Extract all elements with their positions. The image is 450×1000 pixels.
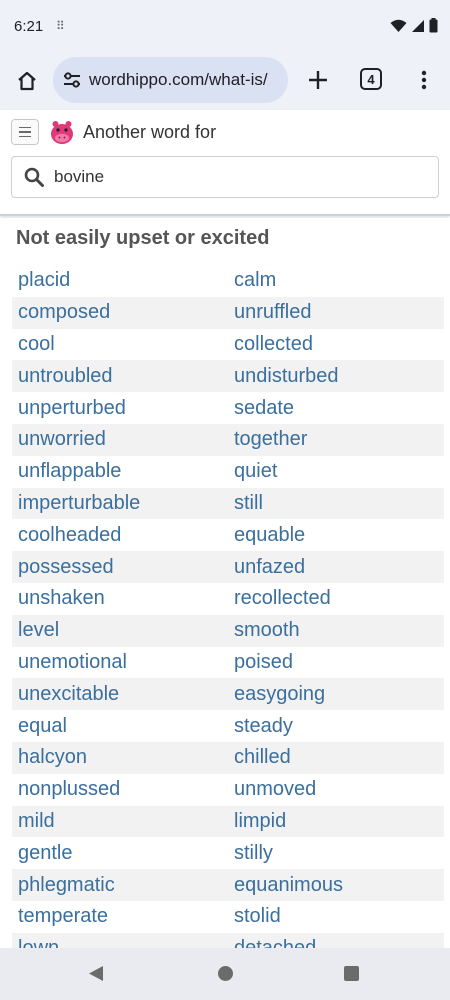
synonym-row: unemotional poised [12,647,444,679]
site-header: Another word for [0,110,450,216]
synonym-link[interactable]: cool [12,333,228,356]
back-icon[interactable] [88,965,104,982]
synonym-link[interactable]: level [12,619,228,642]
hippo-logo-icon[interactable] [49,119,75,145]
synonym-row: nonplussed unmoved [12,774,444,806]
synonym-row: equal steady [12,710,444,742]
synonym-link[interactable]: smooth [228,619,444,642]
synonym-link[interactable]: unfazed [228,556,444,579]
synonym-link[interactable]: untroubled [12,365,228,388]
synonym-link[interactable]: possessed [12,556,228,579]
status-icons [390,18,438,33]
home-button[interactable] [12,66,42,96]
synonym-link[interactable]: composed [12,301,228,324]
synonym-link[interactable]: unmoved [228,778,444,801]
synonym-row: possessed unfazed [12,551,444,583]
synonym-link[interactable]: calm [228,269,444,292]
synonym-link[interactable]: unemotional [12,651,228,674]
url-text[interactable]: wordhippo.com/what-is/ [89,70,284,90]
site-title: Another word for [83,122,217,142]
synonym-row: lowndetached [12,932,444,948]
sense-heading: Not easily upset or excited [16,227,270,249]
status-time: 6:21 [14,18,44,35]
synonym-row: temperate stolid [12,901,444,933]
search-icon[interactable] [23,166,45,188]
synonym-row: unperturbed sedate [12,392,444,424]
synonym-row: composed unruffled [12,296,444,329]
synonym-link[interactable]: limpid [228,810,444,833]
synonym-link[interactable]: recollected [228,587,444,610]
synonym-link[interactable]: steady [228,715,444,738]
synonym-grid: placid calm composed unruffled cool collected… [12,265,444,948]
synonym-link[interactable]: detached [228,937,444,948]
synonym-link[interactable]: temperate [12,905,228,928]
synonym-row: coolheaded equable [12,519,444,551]
notification-dots-icon: ⠿ [56,19,66,33]
synonym-link[interactable]: stilly [228,842,444,865]
synonym-link[interactable]: easygoing [228,683,444,706]
synonym-link[interactable]: together [228,428,444,451]
synonym-link[interactable]: unshaken [12,587,228,610]
synonym-link[interactable]: lown [12,937,228,948]
synonym-link[interactable]: sedate [228,397,444,420]
status-bar: 6:21 ⠿ [0,0,450,54]
recents-icon[interactable] [344,966,359,981]
synonym-link[interactable]: chilled [228,746,444,769]
synonym-link[interactable]: quiet [228,460,444,483]
synonym-row: unflappable quiet [12,456,444,488]
synonym-link[interactable]: stolid [228,905,444,928]
signal-icon [412,19,424,32]
synonym-link[interactable]: placid [12,269,228,292]
synonym-row: unworried together [12,423,444,456]
results-content: Not easily upset or excited placid calm co… [0,218,450,948]
synonym-link[interactable]: undisturbed [228,365,444,388]
tab-switcher-button[interactable]: 4 [360,68,382,90]
home-circle-icon[interactable] [218,966,233,981]
synonym-row: level smooth [12,614,444,647]
synonym-row: imperturbable still [12,487,444,520]
search-box[interactable] [11,156,439,198]
synonym-link[interactable]: gentle [12,842,228,865]
browser-toolbar: wordhippo.com/what-is/ 4 [0,54,450,110]
synonym-row: unshaken recollected [12,583,444,615]
synonym-link[interactable]: equanimous [228,874,444,897]
synonym-row: cool collected [12,329,444,361]
synonym-link[interactable]: unworried [12,428,228,451]
new-tab-button[interactable] [303,65,333,95]
synonym-link[interactable]: collected [228,333,444,356]
address-bar[interactable]: wordhippo.com/what-is/ [53,57,288,103]
synonym-link[interactable]: still [228,492,444,515]
synonym-link[interactable]: coolheaded [12,524,228,547]
tune-icon[interactable] [61,69,83,91]
synonym-link[interactable]: unperturbed [12,397,228,420]
synonym-link[interactable]: nonplussed [12,778,228,801]
synonym-link[interactable]: imperturbable [12,492,228,515]
synonym-row: phlegmatic equanimous [12,869,444,901]
synonym-row: gentle stilly [12,837,444,869]
synonym-link[interactable]: unexcitable [12,683,228,706]
more-menu-button[interactable] [410,65,438,95]
home-icon [18,71,36,91]
synonym-row: unexcitable easygoing [12,678,444,711]
synonym-link[interactable]: unruffled [228,301,444,324]
synonym-link[interactable]: unflappable [12,460,228,483]
battery-icon [429,18,438,33]
synonym-link[interactable]: equable [228,524,444,547]
synonym-link[interactable]: mild [12,810,228,833]
more-vert-icon [421,70,427,90]
synonym-row: halcyon chilled [12,741,444,774]
synonym-link[interactable]: poised [228,651,444,674]
synonym-row: mild limpid [12,805,444,838]
synonym-link[interactable]: phlegmatic [12,874,228,897]
synonym-link[interactable]: halcyon [12,746,228,769]
synonym-row: placid calm [12,265,444,297]
hamburger-icon[interactable] [11,119,39,145]
wifi-icon [390,19,407,32]
search-input[interactable] [54,167,414,187]
system-nav-bar [0,948,450,1000]
synonym-link[interactable]: equal [12,715,228,738]
synonym-row: untroubled undisturbed [12,360,444,393]
plus-icon [309,71,327,89]
